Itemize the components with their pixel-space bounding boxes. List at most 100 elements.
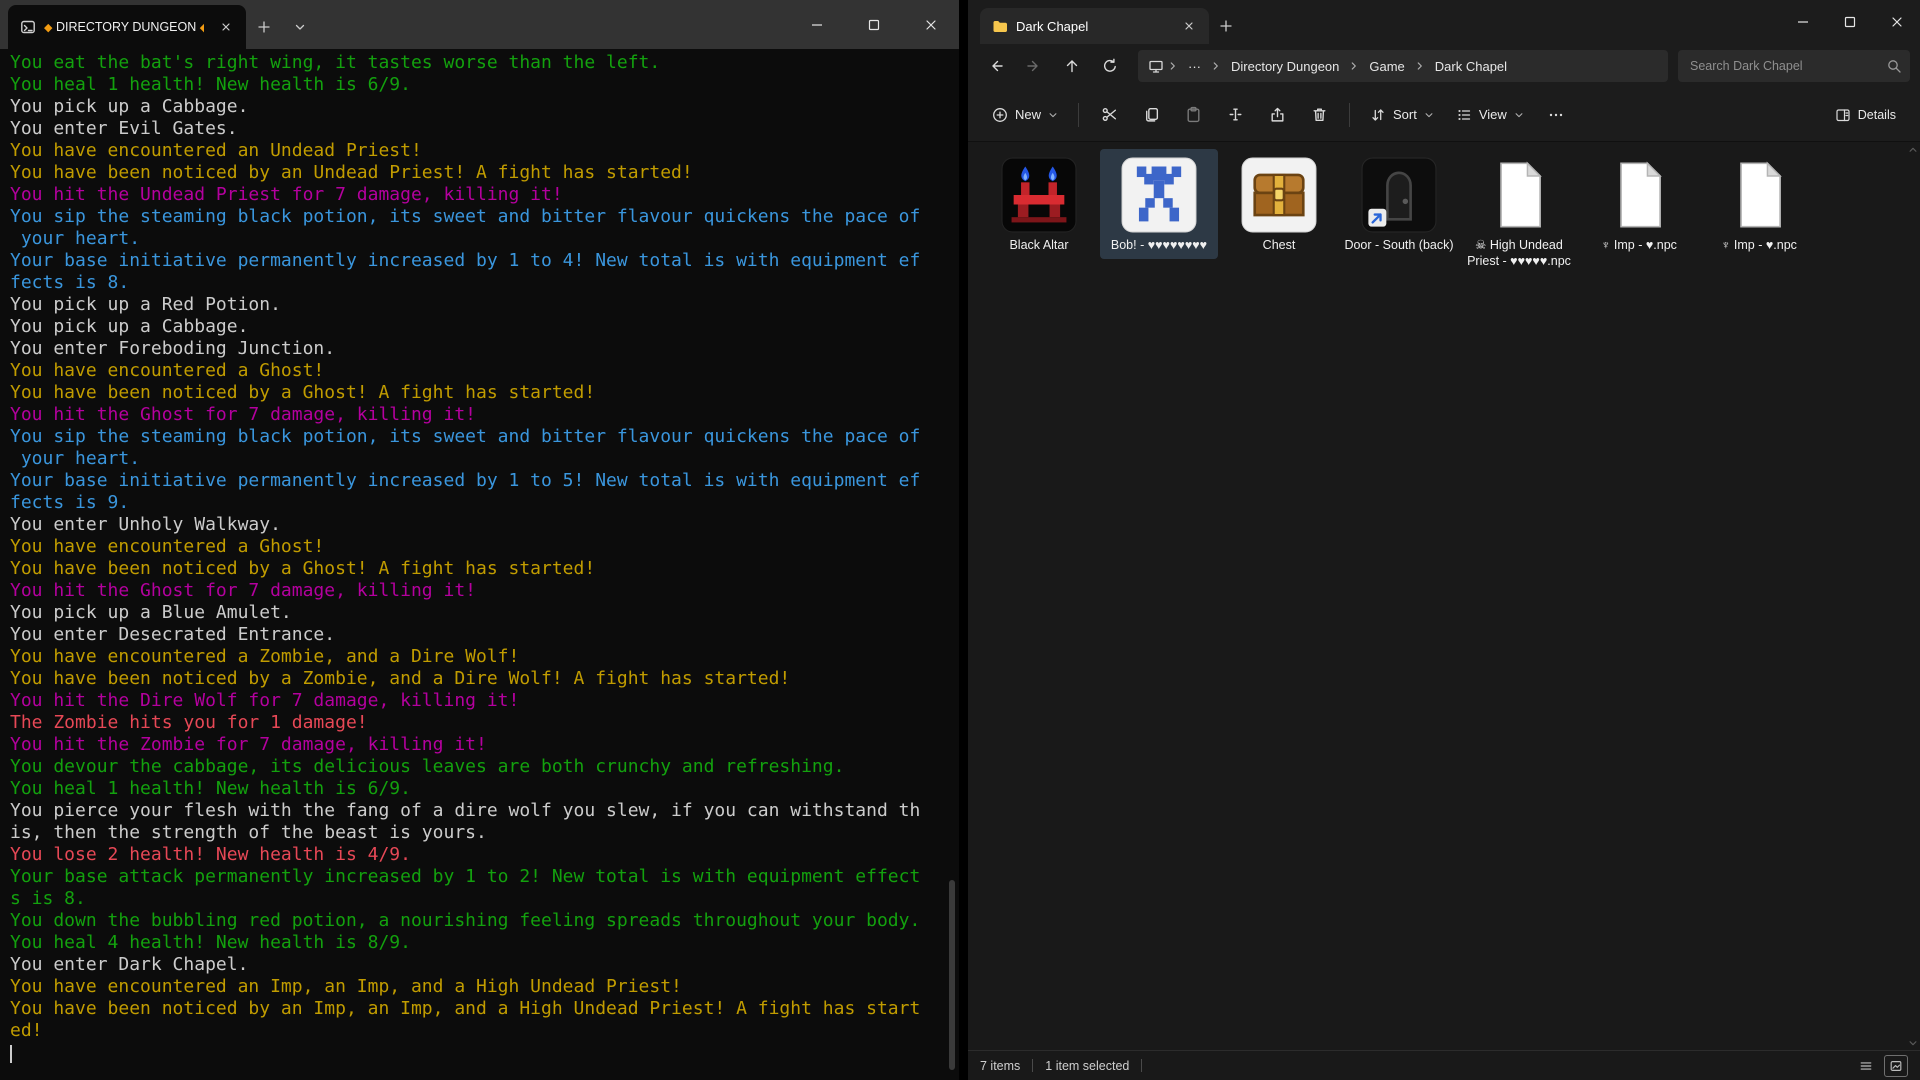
breadcrumb-overflow[interactable]: ··· <box>1182 57 1207 76</box>
close-button[interactable] <box>1873 0 1920 44</box>
terminal-log-line: You eat the bat's right wing, it tastes … <box>10 52 959 74</box>
explorer-window: Dark Chapel <box>968 0 1920 1080</box>
chevron-right-icon <box>1209 59 1223 73</box>
terminal-log-line: You enter Unholy Walkway. <box>10 514 959 536</box>
sort-button[interactable]: Sort <box>1360 97 1444 133</box>
terminal-tab[interactable]: ◆ DIRECTORY DUNGEON ◆ <box>8 5 246 49</box>
terminal-log-line: You have encountered a Ghost! <box>10 536 959 558</box>
file-tile[interactable]: ♆ Imp - ♥.npc <box>1580 149 1698 259</box>
view-button[interactable]: View <box>1446 97 1534 133</box>
back-button[interactable] <box>978 48 1014 84</box>
this-pc-icon[interactable] <box>1148 58 1164 74</box>
scroll-up-icon[interactable] <box>1908 145 1918 155</box>
terminal-log-line: You enter Dark Chapel. <box>10 954 959 976</box>
explorer-tab-title: Dark Chapel <box>1016 19 1167 34</box>
terminal-tab-title: ◆ DIRECTORY DUNGEON ◆ <box>44 20 204 34</box>
large-icons-view-button[interactable] <box>1884 1055 1908 1077</box>
explorer-tab-close-icon[interactable] <box>1175 12 1203 40</box>
details-panel-icon <box>1835 107 1851 123</box>
terminal-log-line: You have been noticed by a Ghost! A figh… <box>10 382 959 404</box>
terminal-log-line: ed! <box>10 1020 959 1042</box>
delete-button[interactable] <box>1299 97 1339 133</box>
terminal-log-line: You pierce your flesh with the fang of a… <box>10 800 959 822</box>
terminal-window: ◆ DIRECTORY DUNGEON ◆ You eat the bat's … <box>0 0 959 1080</box>
file-label: Bob! - ♥♥♥♥♥♥♥♥ <box>1111 237 1207 253</box>
terminal-log-line: Your base attack permanently increased b… <box>10 866 959 888</box>
terminal-scrollbar[interactable] <box>945 49 959 1080</box>
file-tile[interactable]: Bob! - ♥♥♥♥♥♥♥♥ <box>1100 149 1218 259</box>
file-tile[interactable]: Door - South (back) <box>1340 149 1458 259</box>
paste-icon <box>1185 106 1202 123</box>
minimize-button[interactable] <box>1779 0 1826 44</box>
terminal-log-line: You have encountered a Zombie, and a Dir… <box>10 646 959 668</box>
trash-icon <box>1311 106 1328 123</box>
scrollbar-thumb[interactable] <box>949 880 955 1070</box>
terminal-output[interactable]: You eat the bat's right wing, it tastes … <box>0 49 959 1080</box>
terminal-log-line: You have been noticed by a Ghost! A figh… <box>10 558 959 580</box>
content-scrollbar[interactable] <box>1906 143 1920 1050</box>
breadcrumb-segment[interactable]: Dark Chapel <box>1429 57 1513 76</box>
terminal-log-line: You hit the Dire Wolf for 7 damage, kill… <box>10 690 959 712</box>
terminal-app-icon <box>20 19 36 35</box>
terminal-log-line: You pick up a Cabbage. <box>10 96 959 118</box>
doc-icon <box>1720 156 1798 234</box>
explorer-toolbar: New Sort View <box>968 88 1920 142</box>
terminal-log-line: You have been noticed by an Undead Pries… <box>10 162 959 184</box>
paste-button[interactable] <box>1173 97 1213 133</box>
terminal-cursor <box>10 1045 12 1063</box>
chevron-right-icon <box>1347 59 1361 73</box>
tab-dropdown-button[interactable] <box>282 5 318 49</box>
terminal-cursor-row <box>10 1042 959 1064</box>
terminal-log-line: You have been noticed by a Zombie, and a… <box>10 668 959 690</box>
terminal-log-line: You down the bubbling red potion, a nour… <box>10 910 959 932</box>
file-tile[interactable]: Black Altar <box>980 149 1098 259</box>
explorer-titlebar: Dark Chapel <box>968 0 1920 44</box>
breadcrumb-segment[interactable]: Directory Dungeon <box>1225 57 1345 76</box>
maximize-button[interactable] <box>1826 0 1873 44</box>
up-button[interactable] <box>1054 48 1090 84</box>
search-input[interactable] <box>1678 50 1910 82</box>
terminal-log-line: s is 8. <box>10 888 959 910</box>
maximize-button[interactable] <box>845 0 902 49</box>
breadcrumb-segment[interactable]: Game <box>1363 57 1410 76</box>
rename-icon <box>1227 106 1244 123</box>
scissors-icon <box>1101 106 1118 123</box>
copy-button[interactable] <box>1131 97 1171 133</box>
breadcrumb: ··· Directory Dungeon Game Dark Chapel <box>1138 50 1668 82</box>
file-tile[interactable]: ☠ High Undead Priest - ♥♥♥♥♥.npc <box>1460 149 1578 275</box>
file-tile[interactable]: ♆ Imp - ♥.npc <box>1700 149 1818 259</box>
diamond-icon: ◆ <box>44 22 52 34</box>
more-button[interactable] <box>1536 97 1576 133</box>
file-tile[interactable]: Chest <box>1220 149 1338 259</box>
terminal-log-line: You enter Desecrated Entrance. <box>10 624 959 646</box>
file-grid[interactable]: Black Altar Bob! - ♥♥♥♥♥♥♥♥ Chest <box>968 143 1906 1050</box>
minimize-button[interactable] <box>788 0 845 49</box>
rename-button[interactable] <box>1215 97 1255 133</box>
terminal-titlebar: ◆ DIRECTORY DUNGEON ◆ <box>0 0 959 49</box>
refresh-button[interactable] <box>1092 48 1128 84</box>
new-tab-button[interactable] <box>1209 8 1243 44</box>
altar-icon <box>1000 156 1078 234</box>
cut-button[interactable] <box>1089 97 1129 133</box>
sort-button-label: Sort <box>1393 107 1417 122</box>
forward-button[interactable] <box>1016 48 1052 84</box>
terminal-tab-close-icon[interactable] <box>212 13 240 41</box>
share-button[interactable] <box>1257 97 1297 133</box>
terminal-log-line: Your base initiative permanently increas… <box>10 470 959 492</box>
terminal-log-line: Your base initiative permanently increas… <box>10 250 959 272</box>
new-button[interactable]: New <box>982 97 1068 133</box>
terminal-log-line: You hit the Zombie for 7 damage, killing… <box>10 734 959 756</box>
status-divider <box>1141 1059 1142 1072</box>
copy-icon <box>1143 106 1160 123</box>
view-button-label: View <box>1479 107 1507 122</box>
chevron-right-icon <box>1413 59 1427 73</box>
scroll-down-icon[interactable] <box>1908 1038 1918 1048</box>
explorer-tab[interactable]: Dark Chapel <box>980 8 1209 44</box>
search-box <box>1678 50 1910 82</box>
new-tab-button[interactable] <box>246 5 282 49</box>
details-button[interactable]: Details <box>1825 97 1906 133</box>
details-view-button[interactable] <box>1854 1055 1878 1077</box>
close-button[interactable] <box>902 0 959 49</box>
terminal-log-line: You devour the cabbage, its delicious le… <box>10 756 959 778</box>
details-view-icon <box>1859 1059 1873 1073</box>
